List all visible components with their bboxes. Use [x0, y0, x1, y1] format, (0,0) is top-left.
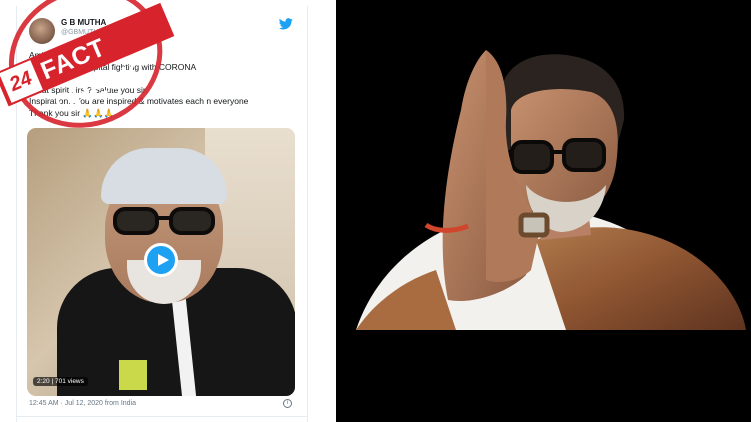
- play-icon[interactable]: [144, 243, 178, 277]
- photo-shawl: [536, 227, 746, 330]
- info-icon[interactable]: i: [283, 399, 292, 408]
- photo-watch: [518, 212, 550, 238]
- video-views: 701 views: [54, 378, 84, 385]
- video-meta: 2:20 | 701 views: [33, 377, 88, 386]
- divider: [17, 416, 307, 417]
- video-duration: 2:20: [37, 378, 50, 385]
- namaste-photo: [356, 50, 746, 330]
- tweet-timestamp[interactable]: 12:45 AM · Jul 12, 2020 from India: [29, 400, 136, 407]
- tweet-video[interactable]: 2:20 | 701 views: [27, 128, 295, 396]
- video-glasses: [113, 207, 215, 235]
- video-jacket-badge: [119, 360, 147, 390]
- twitter-bird-icon[interactable]: [279, 18, 293, 30]
- tweet-screenshot-panel: G B MUTHA @GBMUTHA Amitabh Bachchan Stra…: [0, 0, 334, 422]
- photo-panel: [336, 0, 751, 422]
